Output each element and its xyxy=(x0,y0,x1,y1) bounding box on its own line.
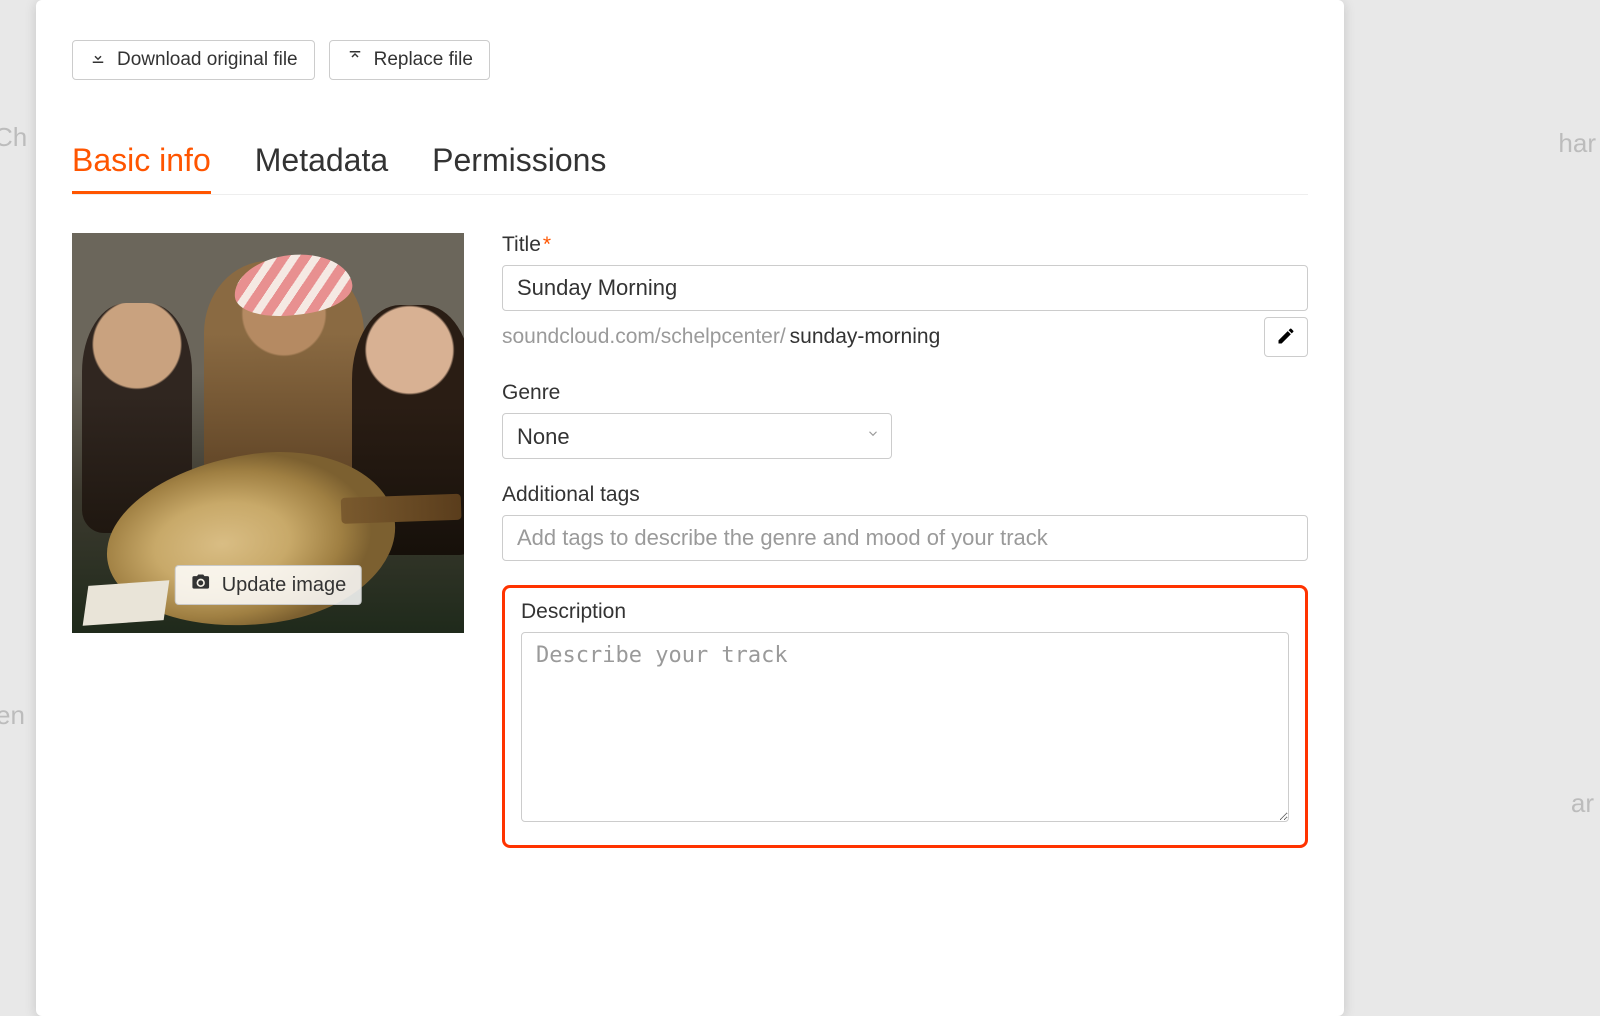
basic-info-panel: Update image Title* soundcloud.com/schel… xyxy=(72,233,1308,848)
tab-permissions[interactable]: Permissions xyxy=(432,142,606,194)
edit-permalink-button[interactable] xyxy=(1264,317,1308,357)
bg-text: en xyxy=(0,700,25,731)
tab-metadata[interactable]: Metadata xyxy=(255,142,388,194)
permalink-row: soundcloud.com/schelpcenter/sunday-morni… xyxy=(502,317,1308,357)
replace-file-button[interactable]: Replace file xyxy=(329,40,490,80)
update-image-button[interactable]: Update image xyxy=(175,565,362,605)
download-icon xyxy=(89,48,107,72)
camera-icon xyxy=(190,572,212,598)
bg-text: har xyxy=(1558,128,1596,159)
title-field: Title* soundcloud.com/schelpcenter/sunda… xyxy=(502,233,1308,357)
edit-track-modal: Download original file Replace file Basi… xyxy=(36,0,1344,1016)
title-input[interactable] xyxy=(502,265,1308,311)
upload-icon xyxy=(346,48,364,72)
track-artwork: Update image xyxy=(72,233,464,633)
bg-text: ar xyxy=(1571,788,1594,819)
pencil-icon xyxy=(1276,326,1296,349)
genre-select-wrap: None xyxy=(502,413,892,459)
description-label: Description xyxy=(521,600,1289,624)
permalink-slug: sunday-morning xyxy=(790,325,941,348)
required-asterisk: * xyxy=(543,233,551,256)
tab-basic-info[interactable]: Basic info xyxy=(72,142,211,194)
genre-field: Genre None xyxy=(502,381,1308,459)
description-highlight: Description xyxy=(502,585,1308,848)
bg-text: Ch xyxy=(0,122,27,153)
tags-label: Additional tags xyxy=(502,483,1308,507)
artwork-column: Update image xyxy=(72,233,464,848)
title-label-text: Title xyxy=(502,233,541,256)
title-label: Title* xyxy=(502,233,1308,257)
download-original-label: Download original file xyxy=(117,49,298,71)
genre-label: Genre xyxy=(502,381,1308,405)
permalink-text: soundcloud.com/schelpcenter/sunday-morni… xyxy=(502,325,940,349)
tabs: Basic info Metadata Permissions xyxy=(72,142,1308,195)
description-field: Description xyxy=(521,600,1289,827)
genre-select[interactable]: None xyxy=(502,413,892,459)
tags-field: Additional tags xyxy=(502,483,1308,561)
artwork-shape xyxy=(83,580,170,625)
replace-file-label: Replace file xyxy=(374,49,473,71)
update-image-label: Update image xyxy=(222,574,347,597)
file-toolbar: Download original file Replace file xyxy=(72,40,1308,80)
download-original-button[interactable]: Download original file xyxy=(72,40,315,80)
form-column: Title* soundcloud.com/schelpcenter/sunda… xyxy=(502,233,1308,848)
tags-input[interactable] xyxy=(502,515,1308,561)
description-textarea[interactable] xyxy=(521,632,1289,822)
permalink-prefix: soundcloud.com/schelpcenter/ xyxy=(502,325,786,348)
